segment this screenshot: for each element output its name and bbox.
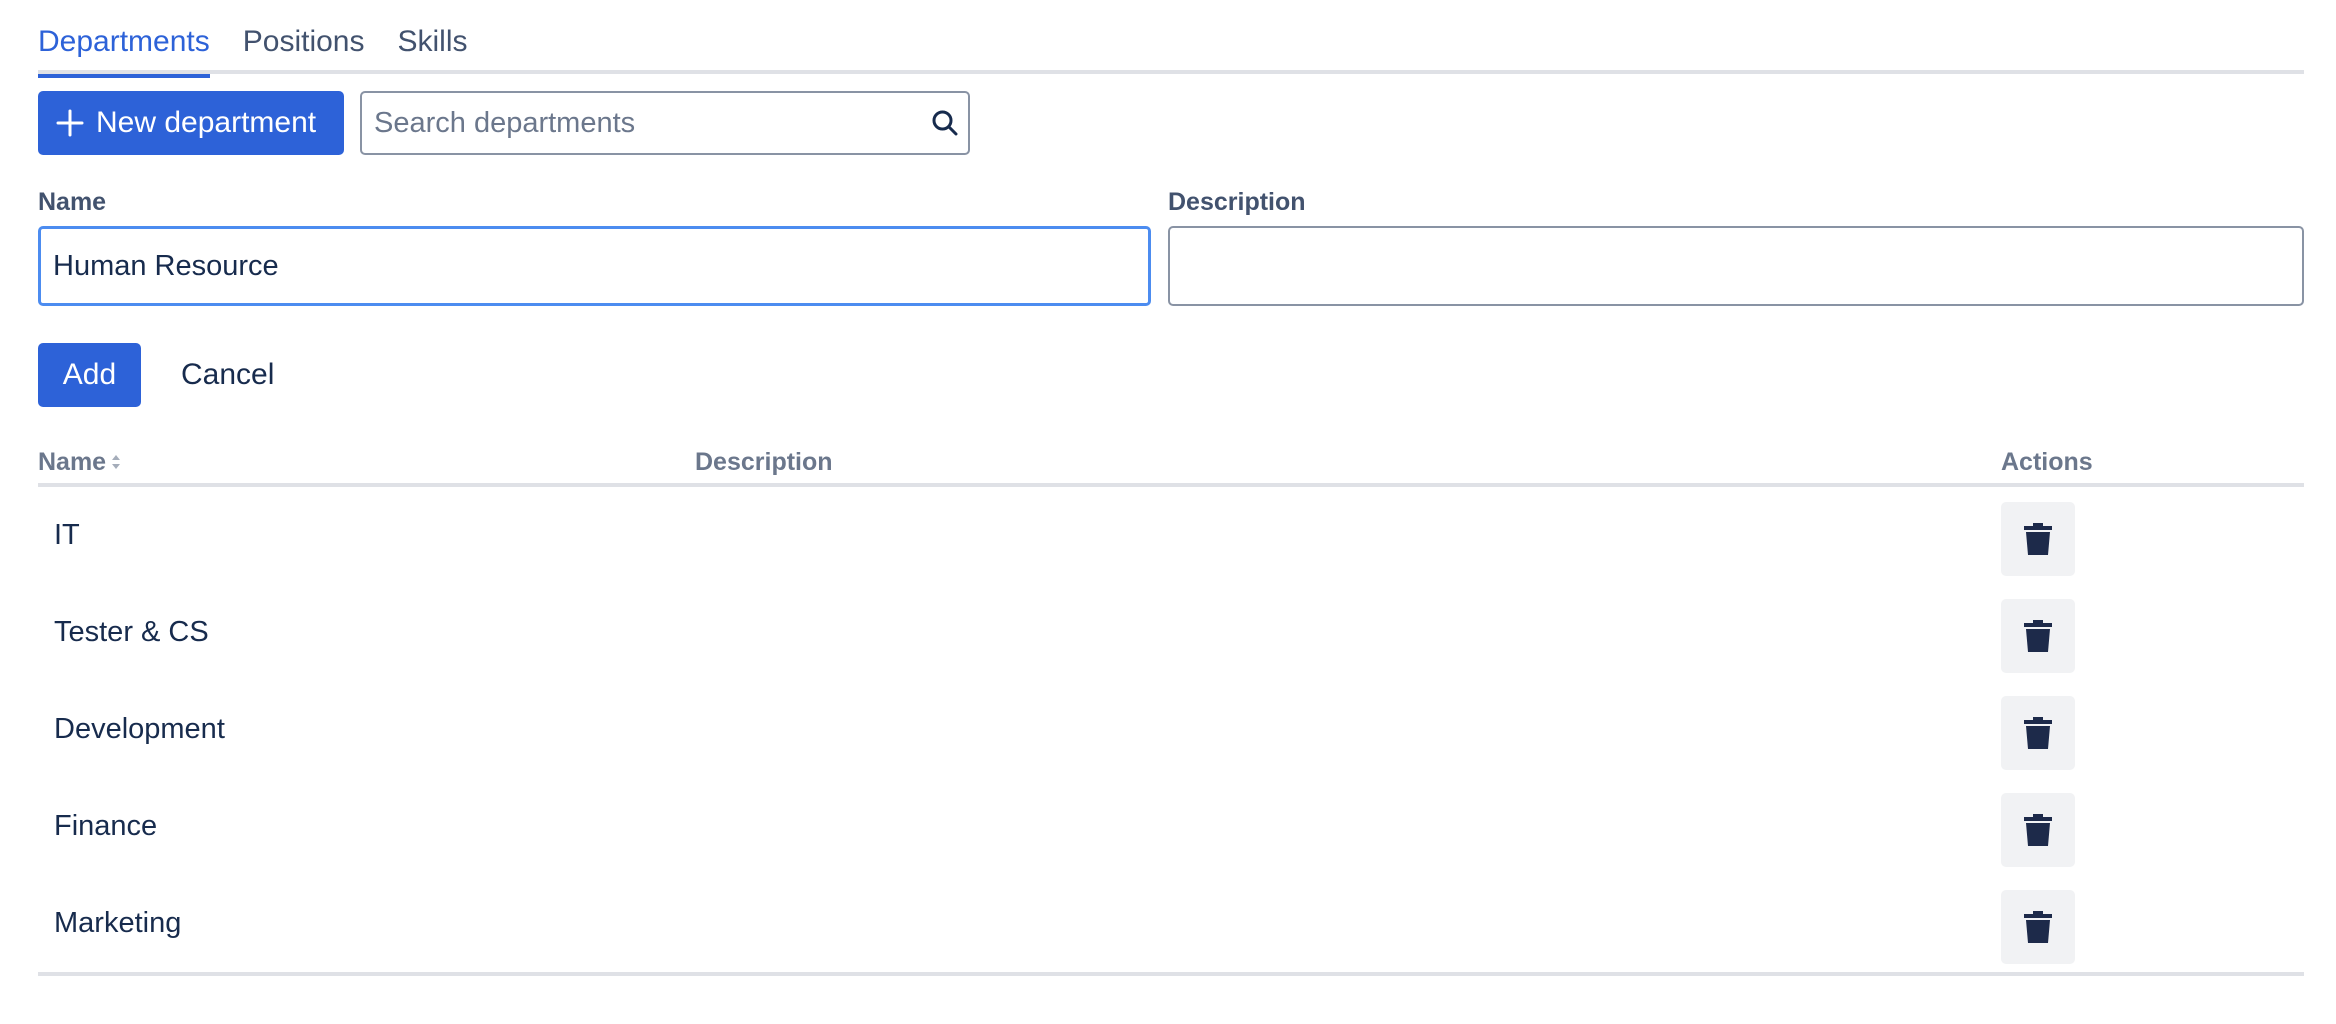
delete-button[interactable] [2001,502,2075,576]
column-header-description: Description [695,448,833,476]
table-row: IT [38,487,2304,584]
search-icon[interactable] [930,108,960,138]
cancel-button[interactable]: Cancel [160,343,295,407]
column-header-name-label: Name [38,448,107,476]
table-row: Finance [38,778,2304,875]
column-header-name[interactable]: Name [38,448,122,477]
row-name: Development [54,713,225,745]
trash-icon [2024,717,2052,749]
name-field [38,226,1151,306]
trash-icon [2024,523,2052,555]
tab-bar: Departments Positions Skills [38,0,2304,78]
delete-button[interactable] [2001,696,2075,770]
row-name: Marketing [54,907,182,939]
row-name: IT [54,519,80,551]
trash-icon [2024,620,2052,652]
delete-button[interactable] [2001,890,2075,964]
name-field-label: Name [38,188,107,216]
tab-departments[interactable]: Departments [38,0,210,78]
sort-icon [112,455,121,469]
column-header-actions: Actions [2001,448,2093,476]
table-body: IT Tester & CS Development Finance Marke… [38,487,2304,976]
table-row: Marketing [38,875,2304,972]
plus-icon [56,109,84,137]
delete-button[interactable] [2001,599,2075,673]
row-name: Tester & CS [54,616,209,648]
delete-button[interactable] [2001,793,2075,867]
new-department-label: New department [96,106,317,139]
row-name: Finance [54,810,158,842]
tab-positions[interactable]: Positions [243,0,365,74]
description-input[interactable] [1170,228,2302,304]
description-field [1168,226,2304,306]
description-field-label: Description [1168,188,1306,216]
search-input[interactable] [362,93,968,153]
table-header: Name Description Actions [38,440,2304,487]
table-row: Development [38,681,2304,778]
departments-table: Name Description Actions IT Tester & CS … [38,440,2304,976]
search-box [360,91,970,155]
table-row: Tester & CS [38,584,2304,681]
trash-icon [2024,911,2052,943]
new-department-button[interactable]: New department [38,91,344,155]
add-button[interactable]: Add [38,343,141,407]
trash-icon [2024,814,2052,846]
name-input[interactable] [41,229,1148,303]
tab-skills[interactable]: Skills [397,0,467,74]
